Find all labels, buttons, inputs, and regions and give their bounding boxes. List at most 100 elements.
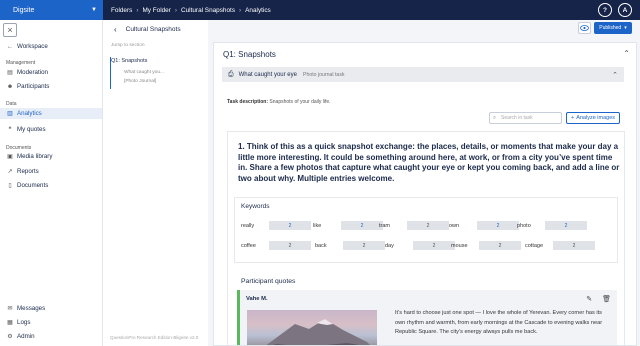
users-icon: ☻ [6, 83, 14, 90]
trend-icon: ↗ [7, 169, 13, 175]
eye-icon [580, 25, 589, 31]
keyword-count: 2 [545, 221, 587, 230]
breadcrumb-folders[interactable]: Folders [111, 7, 132, 14]
participant-quote: Vahe M. ✎ 🗑 It’s hard to choose just one… [237, 290, 617, 345]
breadcrumb: Folders › My Folder › Cultural Snapshots… [111, 7, 271, 14]
task-search-input[interactable]: ⌕ Search in task [489, 112, 562, 124]
help-button[interactable]: ? [598, 3, 612, 17]
section-label-management: Management [6, 60, 36, 66]
breadcrumb-project[interactable]: Cultural Snapshots [181, 7, 235, 14]
breadcrumb-my-folder[interactable]: My Folder [142, 7, 170, 14]
mountain-image [266, 319, 370, 345]
bar-chart-icon: ▥ [7, 111, 13, 117]
keywords-title: Keywords [241, 203, 270, 210]
task-description-label: Task description: [227, 99, 269, 105]
outline-subitem-type[interactable]: [Photo Journal] [124, 79, 156, 84]
question-prompt: 1. Think of this as a quick snapshot exc… [238, 142, 620, 183]
sidebar-item-documents[interactable]: ▯ Documents [0, 180, 102, 191]
top-bar: Digsite ▼ Folders › My Folder › Cultural… [0, 0, 640, 20]
close-sidebar-button[interactable]: × [3, 23, 17, 37]
avatar[interactable]: A [618, 3, 632, 17]
outline-item-q1[interactable]: Q1: Snapshots [111, 58, 147, 64]
sidebar-item-moderation[interactable]: ▤ Moderation [0, 67, 102, 78]
keyword-label: coffee [241, 242, 256, 249]
sidebar-item-label: My quotes [17, 126, 46, 133]
task-name: What caught your eye [238, 71, 297, 78]
quote-author[interactable]: Vahe M. [246, 296, 268, 302]
collapse-question-button[interactable]: ⌃ [623, 49, 630, 58]
keyword-item[interactable]: tram 2 [379, 221, 449, 230]
plus-icon: + [570, 115, 575, 121]
sidebar-item-analytics[interactable]: ▥ Analytics [0, 108, 102, 119]
chevron-down-icon: ▾ [624, 25, 627, 31]
keyword-item[interactable]: really 2 [241, 221, 311, 230]
brand-switcher[interactable]: Digsite ▼ [0, 0, 103, 20]
sidebar-item-participants[interactable]: ☻ Participants [0, 81, 102, 92]
keyword-count: 2 [269, 221, 311, 230]
envelope-icon: ✉ [7, 306, 13, 312]
sidebar-item-reports[interactable]: ↗ Reports [0, 166, 102, 177]
task-type-tag: Photo journal task [302, 71, 345, 78]
sidebar-item-messages[interactable]: ✉ Messages [0, 303, 102, 314]
section-outline: ‹ Cultural Snapshots Jump to section Q1:… [103, 20, 208, 346]
analyze-images-label: Analyze images [576, 115, 616, 121]
published-status-button[interactable]: Published ▾ [594, 22, 632, 34]
question-panel: Q1: Snapshots ⌃ ⎙ What caught your eye P… [213, 42, 637, 346]
edit-icon[interactable]: ✎ [586, 295, 592, 303]
keyword-label: mouse [451, 242, 468, 249]
participant-quotes-title: Participant quotes [241, 278, 296, 285]
gear-icon: ⚙ [7, 334, 13, 340]
keyword-label: like [313, 222, 322, 229]
back-to-project[interactable]: ‹ Cultural Snapshots [114, 25, 181, 34]
sidebar-item-admin[interactable]: ⚙ Admin [0, 331, 102, 342]
keyword-count: 2 [407, 221, 449, 230]
section-label-data: Data [6, 101, 17, 107]
question-card: 1. Think of this as a quick snapshot exc… [227, 131, 625, 345]
chevron-up-icon: ⌃ [612, 71, 618, 79]
keyword-item[interactable]: photo 2 [517, 221, 587, 230]
chevron-right-icon: › [239, 6, 242, 14]
trash-icon[interactable]: 🗑 [602, 295, 611, 303]
keyword-label: own [449, 222, 460, 229]
quote-photo[interactable] [247, 310, 377, 345]
keyword-item[interactable]: back 2 [315, 241, 385, 250]
image-icon: ▣ [7, 154, 13, 160]
document-icon: ▯ [8, 183, 12, 189]
keyword-count: 2 [553, 241, 595, 250]
main-content: Q1: Snapshots ⌃ ⎙ What caught your eye P… [208, 20, 640, 346]
sidebar-item-label: Reports [17, 168, 39, 175]
chevron-left-icon: ‹ [114, 25, 117, 34]
published-label: Published [599, 25, 622, 31]
keywords-box: Keywords really 2 like 2 tram 2 own 2 ph… [234, 197, 618, 263]
chevron-down-icon: ▼ [91, 7, 97, 13]
keyword-item[interactable]: day 2 [385, 241, 455, 250]
sidebar-item-workspace[interactable]: ← Workspace [0, 41, 102, 52]
back-arrow-icon: ← [7, 43, 13, 50]
keyword-label: cottage [525, 242, 544, 249]
version-footer: QuestionPro Research Edition-Bligeite v2… [110, 335, 199, 340]
chevron-right-icon: › [174, 6, 178, 14]
sidebar-item-media-library[interactable]: ▣ Media library [0, 151, 102, 162]
keyword-label: photo [517, 222, 531, 229]
preview-button[interactable] [578, 22, 591, 34]
keyword-item[interactable]: own 2 [449, 221, 519, 230]
sidebar: × ← Workspace Management ▤ Moderation ☻ … [0, 20, 103, 346]
close-icon: × [7, 25, 13, 35]
keyword-item[interactable]: cottage 2 [525, 241, 595, 250]
keyword-item[interactable]: like 2 [313, 221, 383, 230]
task-header[interactable]: ⎙ What caught your eye Photo journal tas… [222, 67, 624, 82]
sidebar-item-logs[interactable]: ▦ Logs [0, 317, 102, 328]
outline-subitem-task[interactable]: What caught you... [124, 70, 164, 75]
keyword-item[interactable]: mouse 2 [451, 241, 521, 250]
photo-task-icon: ⎙ [228, 70, 234, 78]
keyword-item[interactable]: coffee 2 [241, 241, 311, 250]
question-title: Q1: Snapshots [223, 50, 276, 59]
keyword-count: 2 [479, 241, 521, 250]
analyze-images-button[interactable]: + Analyze images [566, 112, 620, 124]
sidebar-item-my-quotes[interactable]: ❝ My quotes [0, 124, 102, 135]
keyword-count: 2 [269, 241, 311, 250]
chat-icon: ▤ [7, 70, 13, 76]
keyword-label: really [241, 222, 255, 229]
log-icon: ▦ [7, 320, 13, 326]
chevron-right-icon: › [136, 6, 139, 14]
